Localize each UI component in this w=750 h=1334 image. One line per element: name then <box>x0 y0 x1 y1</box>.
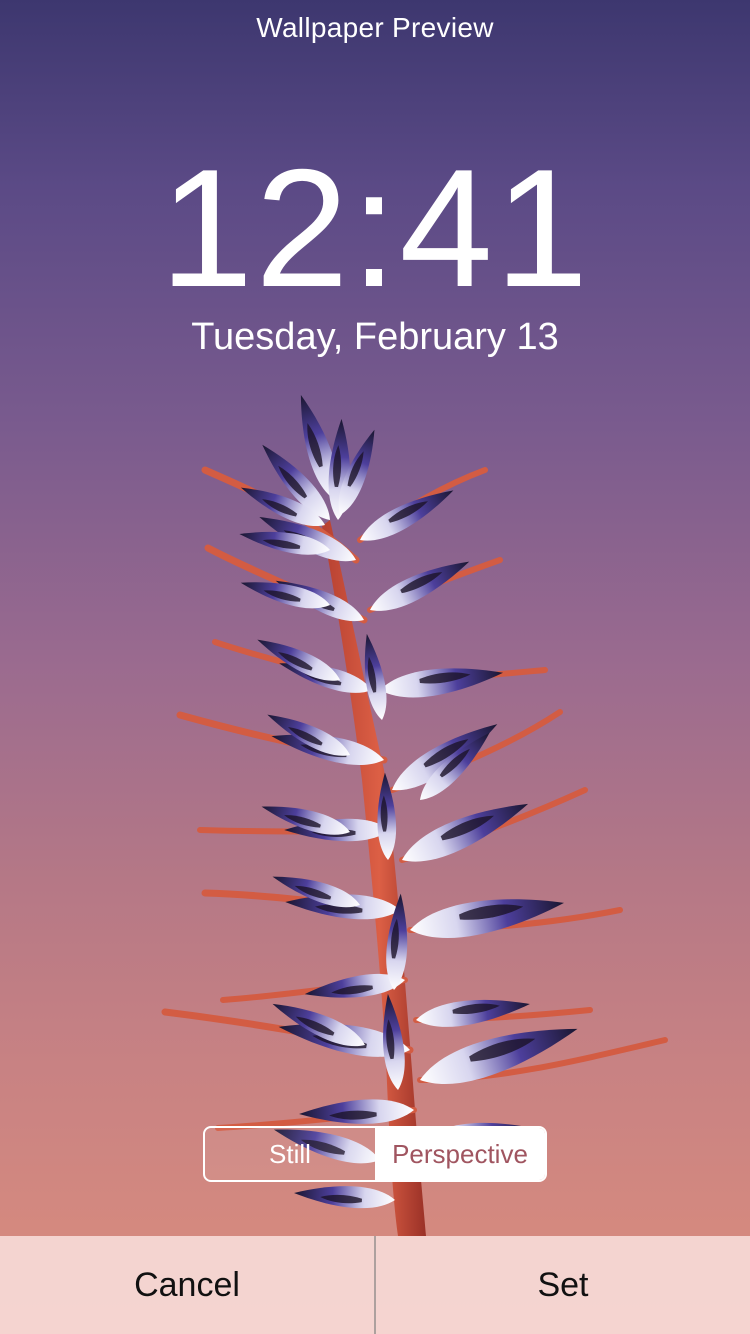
action-divider <box>374 1236 376 1334</box>
still-mode-option[interactable]: Still <box>205 1128 375 1180</box>
cancel-button[interactable]: Cancel <box>0 1236 374 1334</box>
lock-screen-time: 12:41 <box>159 134 591 322</box>
bottom-action-bar: Cancel Set <box>0 1236 750 1334</box>
lock-screen-date: Tuesday, February 13 <box>191 316 559 358</box>
set-button[interactable]: Set <box>376 1236 750 1334</box>
wallpaper-mode-segmented-control: Still Perspective <box>203 1126 547 1182</box>
perspective-mode-option[interactable]: Perspective <box>375 1128 545 1180</box>
wallpaper-preview-screen: Wallpaper Preview 12:41 Tuesday, Februar… <box>0 0 750 1334</box>
screen-title: Wallpaper Preview <box>256 12 494 43</box>
